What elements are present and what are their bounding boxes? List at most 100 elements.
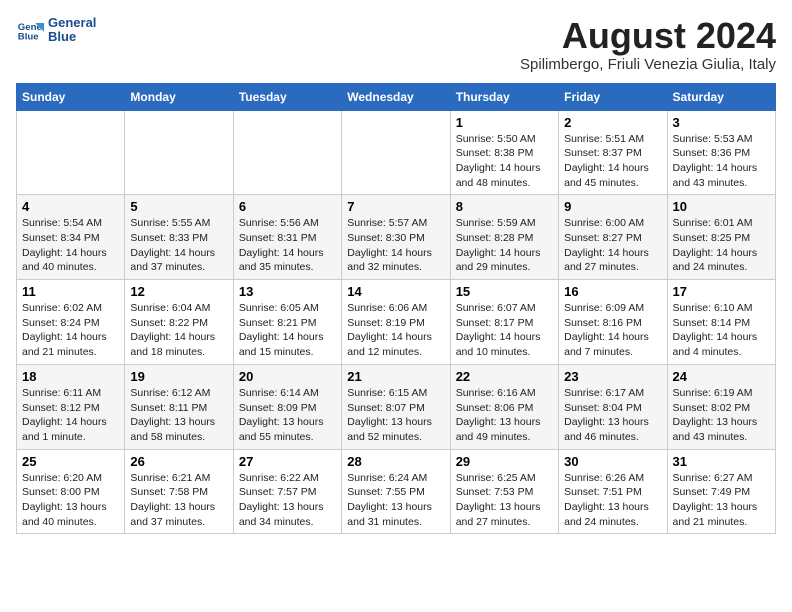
week-row-1: 1 Sunrise: 5:50 AM Sunset: 8:38 PM Daylig… (17, 110, 776, 195)
day-cell-25: 25Sunrise: 6:20 AM Sunset: 8:00 PM Dayli… (17, 449, 125, 534)
day-number: 26 (130, 454, 227, 469)
day-cell-10: 10 Sunrise: 6:01 AM Sunset: 8:25 PM Dayli… (667, 195, 775, 280)
logo-icon: General Blue (16, 16, 44, 44)
day-cell-8: 8 Sunrise: 5:59 AM Sunset: 8:28 PM Daylig… (450, 195, 558, 280)
day-info: Sunrise: 6:15 AM Sunset: 8:07 PM Dayligh… (347, 386, 444, 445)
day-info: Sunrise: 6:06 AM Sunset: 8:19 PM Dayligh… (347, 301, 444, 360)
day-number: 5 (130, 199, 227, 214)
day-info: Sunrise: 6:05 AM Sunset: 8:21 PM Dayligh… (239, 301, 336, 360)
day-info: Sunrise: 5:56 AM Sunset: 8:31 PM Dayligh… (239, 216, 336, 275)
day-number: 11 (22, 284, 119, 299)
day-info: Sunrise: 6:04 AM Sunset: 8:22 PM Dayligh… (130, 301, 227, 360)
day-number: 14 (347, 284, 444, 299)
day-cell-12: 12 Sunrise: 6:04 AM Sunset: 8:22 PM Dayli… (125, 280, 233, 365)
day-info: Sunrise: 6:24 AM Sunset: 7:55 PM Dayligh… (347, 471, 444, 530)
weekday-header-wednesday: Wednesday (342, 83, 450, 110)
day-cell-3: 3 Sunrise: 5:53 AM Sunset: 8:36 PM Daylig… (667, 110, 775, 195)
day-number: 3 (673, 115, 770, 130)
day-info: Sunrise: 6:21 AM Sunset: 7:58 PM Dayligh… (130, 471, 227, 530)
day-number: 18 (22, 369, 119, 384)
day-info: Sunrise: 6:12 AM Sunset: 8:11 PM Dayligh… (130, 386, 227, 445)
week-row-3: 11Sunrise: 6:02 AM Sunset: 8:24 PM Dayli… (17, 280, 776, 365)
day-number: 7 (347, 199, 444, 214)
day-cell-26: 26 Sunrise: 6:21 AM Sunset: 7:58 PM Dayli… (125, 449, 233, 534)
day-number: 19 (130, 369, 227, 384)
day-info: Sunrise: 5:50 AM Sunset: 8:38 PM Dayligh… (456, 132, 553, 191)
day-number: 12 (130, 284, 227, 299)
location-subtitle: Spilimbergo, Friuli Venezia Giulia, Ital… (520, 56, 776, 73)
day-cell-13: 13 Sunrise: 6:05 AM Sunset: 8:21 PM Dayli… (233, 280, 341, 365)
day-cell-29: 29 Sunrise: 6:25 AM Sunset: 7:53 PM Dayli… (450, 449, 558, 534)
title-block: August 2024 Spilimbergo, Friuli Venezia … (520, 16, 776, 73)
empty-cell (342, 110, 450, 195)
day-info: Sunrise: 5:57 AM Sunset: 8:30 PM Dayligh… (347, 216, 444, 275)
day-number: 2 (564, 115, 661, 130)
day-number: 13 (239, 284, 336, 299)
day-number: 1 (456, 115, 553, 130)
month-title: August 2024 (520, 16, 776, 56)
week-row-4: 18 Sunrise: 6:11 AM Sunset: 8:12 PM Dayli… (17, 364, 776, 449)
weekday-header-tuesday: Tuesday (233, 83, 341, 110)
day-info: Sunrise: 6:07 AM Sunset: 8:17 PM Dayligh… (456, 301, 553, 360)
day-info: Sunrise: 5:55 AM Sunset: 8:33 PM Dayligh… (130, 216, 227, 275)
logo-text: General Blue (48, 16, 96, 45)
day-number: 20 (239, 369, 336, 384)
weekday-header-row: SundayMondayTuesdayWednesdayThursdayFrid… (17, 83, 776, 110)
day-number: 8 (456, 199, 553, 214)
day-number: 22 (456, 369, 553, 384)
day-cell-2: 2 Sunrise: 5:51 AM Sunset: 8:37 PM Daylig… (559, 110, 667, 195)
day-cell-19: 19 Sunrise: 6:12 AM Sunset: 8:11 PM Dayli… (125, 364, 233, 449)
day-cell-17: 17Sunrise: 6:10 AM Sunset: 8:14 PM Dayli… (667, 280, 775, 365)
day-info: Sunrise: 5:51 AM Sunset: 8:37 PM Dayligh… (564, 132, 661, 191)
day-info: Sunrise: 6:01 AM Sunset: 8:25 PM Dayligh… (673, 216, 770, 275)
day-number: 23 (564, 369, 661, 384)
day-number: 29 (456, 454, 553, 469)
week-row-2: 4Sunrise: 5:54 AM Sunset: 8:34 PM Daylig… (17, 195, 776, 280)
svg-text:Blue: Blue (18, 32, 39, 43)
day-cell-18: 18 Sunrise: 6:11 AM Sunset: 8:12 PM Dayli… (17, 364, 125, 449)
day-info: Sunrise: 5:53 AM Sunset: 8:36 PM Dayligh… (673, 132, 770, 191)
day-number: 27 (239, 454, 336, 469)
day-cell-16: 16Sunrise: 6:09 AM Sunset: 8:16 PM Dayli… (559, 280, 667, 365)
empty-cell (17, 110, 125, 195)
day-cell-22: 22Sunrise: 6:16 AM Sunset: 8:06 PM Dayli… (450, 364, 558, 449)
day-info: Sunrise: 6:17 AM Sunset: 8:04 PM Dayligh… (564, 386, 661, 445)
day-number: 21 (347, 369, 444, 384)
calendar-table: SundayMondayTuesdayWednesdayThursdayFrid… (16, 83, 776, 535)
day-cell-5: 5 Sunrise: 5:55 AM Sunset: 8:33 PM Daylig… (125, 195, 233, 280)
day-info: Sunrise: 6:00 AM Sunset: 8:27 PM Dayligh… (564, 216, 661, 275)
weekday-header-friday: Friday (559, 83, 667, 110)
day-cell-28: 28Sunrise: 6:24 AM Sunset: 7:55 PM Dayli… (342, 449, 450, 534)
day-cell-30: 30Sunrise: 6:26 AM Sunset: 7:51 PM Dayli… (559, 449, 667, 534)
day-cell-23: 23 Sunrise: 6:17 AM Sunset: 8:04 PM Dayli… (559, 364, 667, 449)
day-number: 31 (673, 454, 770, 469)
day-number: 16 (564, 284, 661, 299)
day-cell-14: 14 Sunrise: 6:06 AM Sunset: 8:19 PM Dayli… (342, 280, 450, 365)
day-info: Sunrise: 6:25 AM Sunset: 7:53 PM Dayligh… (456, 471, 553, 530)
day-info: Sunrise: 6:27 AM Sunset: 7:49 PM Dayligh… (673, 471, 770, 530)
day-info: Sunrise: 6:11 AM Sunset: 8:12 PM Dayligh… (22, 386, 119, 445)
weekday-header-thursday: Thursday (450, 83, 558, 110)
day-cell-9: 9 Sunrise: 6:00 AM Sunset: 8:27 PM Daylig… (559, 195, 667, 280)
day-number: 10 (673, 199, 770, 214)
empty-cell (125, 110, 233, 195)
day-cell-31: 31 Sunrise: 6:27 AM Sunset: 7:49 PM Dayli… (667, 449, 775, 534)
day-cell-27: 27Sunrise: 6:22 AM Sunset: 7:57 PM Dayli… (233, 449, 341, 534)
day-number: 9 (564, 199, 661, 214)
day-number: 4 (22, 199, 119, 214)
day-cell-15: 15 Sunrise: 6:07 AM Sunset: 8:17 PM Dayli… (450, 280, 558, 365)
day-number: 24 (673, 369, 770, 384)
day-cell-4: 4Sunrise: 5:54 AM Sunset: 8:34 PM Daylig… (17, 195, 125, 280)
day-info: Sunrise: 5:59 AM Sunset: 8:28 PM Dayligh… (456, 216, 553, 275)
day-number: 15 (456, 284, 553, 299)
day-cell-21: 21 Sunrise: 6:15 AM Sunset: 8:07 PM Dayli… (342, 364, 450, 449)
day-cell-20: 20Sunrise: 6:14 AM Sunset: 8:09 PM Dayli… (233, 364, 341, 449)
day-number: 25 (22, 454, 119, 469)
day-cell-1: 1 Sunrise: 5:50 AM Sunset: 8:38 PM Daylig… (450, 110, 558, 195)
day-cell-11: 11Sunrise: 6:02 AM Sunset: 8:24 PM Dayli… (17, 280, 125, 365)
logo: General Blue General Blue (16, 16, 96, 45)
day-cell-7: 7 Sunrise: 5:57 AM Sunset: 8:30 PM Daylig… (342, 195, 450, 280)
day-info: Sunrise: 6:10 AM Sunset: 8:14 PM Dayligh… (673, 301, 770, 360)
week-row-5: 25Sunrise: 6:20 AM Sunset: 8:00 PM Dayli… (17, 449, 776, 534)
weekday-header-sunday: Sunday (17, 83, 125, 110)
